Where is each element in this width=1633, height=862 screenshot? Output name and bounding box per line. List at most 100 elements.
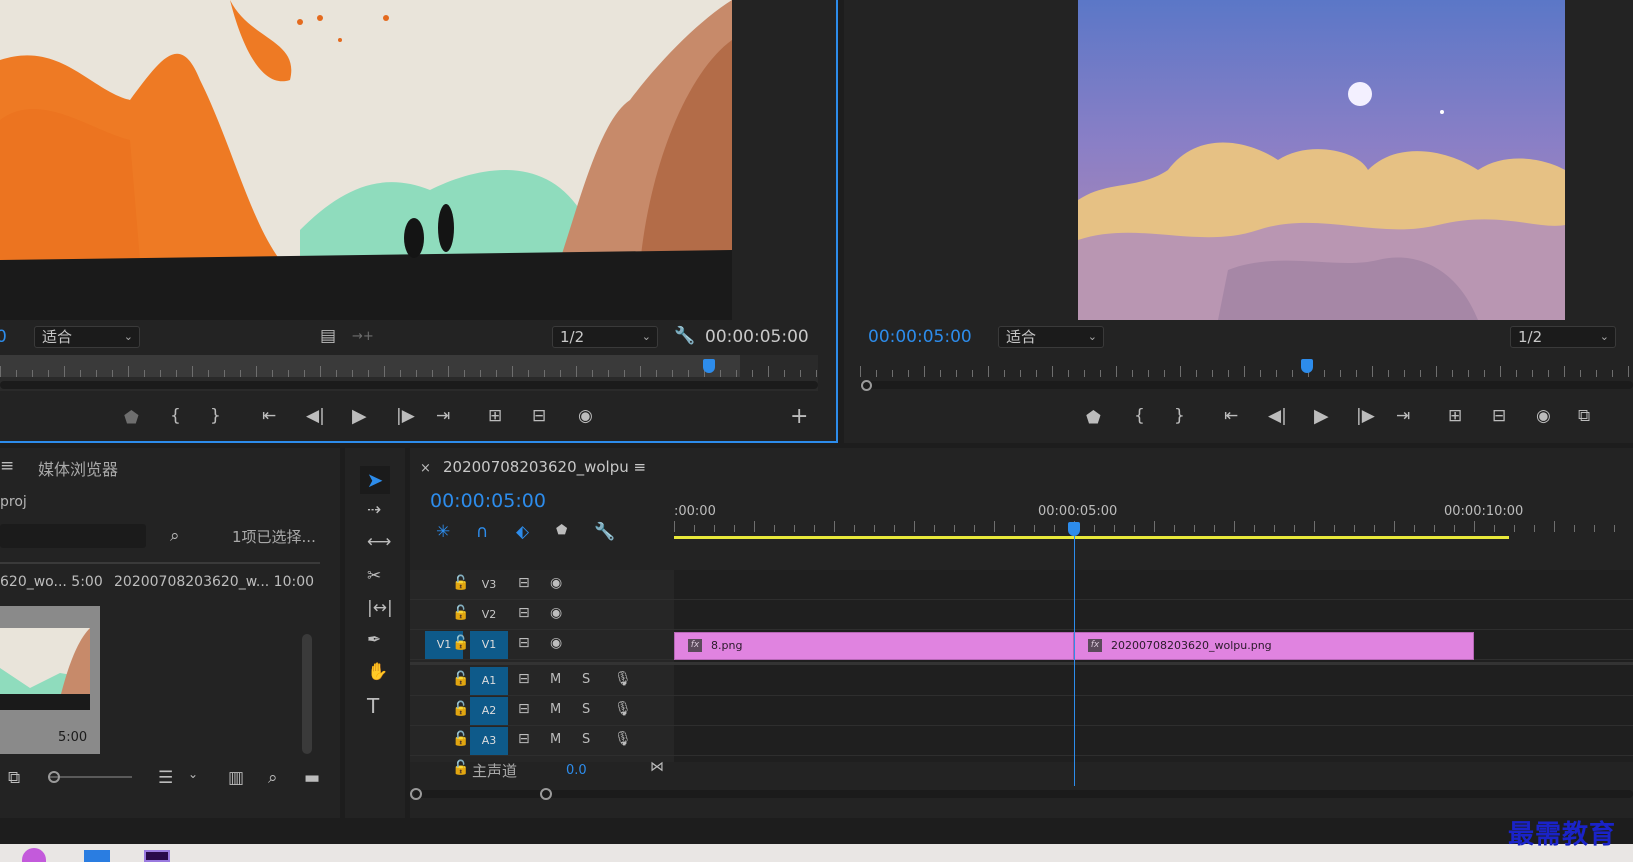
step-back-icon[interactable]: ◀| [306, 408, 325, 425]
sync-lock-icon[interactable]: ⊟ [518, 606, 530, 620]
timeline-ruler[interactable]: :00:00 00:00:05:00 00:00:10:00 [674, 448, 1633, 539]
solo-button[interactable]: S [582, 703, 590, 716]
master-volume-value[interactable]: 0.0 [566, 763, 587, 778]
program-timecode[interactable]: 00:00:05:00 [868, 327, 972, 347]
ripple-edit-tool-icon[interactable]: ⟷ [367, 534, 391, 551]
step-back-icon[interactable]: ◀| [1268, 408, 1287, 425]
timeline-scrollbar[interactable] [414, 790, 1633, 798]
automate-sequence-icon[interactable]: ▥ [228, 770, 244, 787]
panel-menu-icon[interactable]: ≡ [0, 458, 14, 475]
lift-icon[interactable]: ⊞ [1448, 408, 1462, 425]
timeline-playhead[interactable] [1068, 522, 1080, 536]
source-fit-dropdown[interactable]: 适合 ⌄ [34, 326, 140, 348]
program-scroll-handle[interactable] [861, 380, 872, 391]
program-time-ruler[interactable] [860, 355, 1633, 391]
hand-tool-icon[interactable]: ✋ [367, 664, 388, 681]
source-resolution-dropdown[interactable]: 1/2 ⌄ [552, 326, 658, 348]
nest-toggle-icon[interactable]: ✳ [436, 524, 450, 541]
sync-lock-icon[interactable]: ⊟ [518, 636, 530, 650]
tab-media-browser[interactable]: 媒体浏览器 [38, 456, 118, 480]
zoom-slider[interactable] [48, 776, 132, 778]
filmstrip-toggle-icon[interactable]: ▤ [320, 328, 336, 345]
lock-icon[interactable]: 🔓 [452, 576, 469, 590]
clip-thumbnail[interactable]: 5:00 [0, 606, 100, 754]
extract-icon[interactable]: ⊟ [1492, 408, 1506, 425]
list-item[interactable]: 620_wo... 5:00 [0, 574, 103, 590]
program-fit-dropdown[interactable]: 适合 ⌄ [998, 326, 1104, 348]
pen-tool-icon[interactable]: ✒ [367, 632, 381, 649]
selection-tool-icon[interactable]: ➤ [360, 466, 390, 494]
track-label-a3[interactable]: A3 [470, 727, 508, 755]
track-label-v2[interactable]: V2 [470, 601, 508, 629]
go-to-in-icon[interactable]: ⇤ [262, 408, 276, 425]
timeline-timecode[interactable]: 00:00:05:00 [430, 490, 546, 512]
microphone-icon[interactable]: 🎙 [614, 732, 632, 746]
linked-selection-icon[interactable]: ⬖ [516, 524, 529, 541]
play-icon[interactable]: ▶ [352, 407, 367, 426]
mute-button[interactable]: M [550, 703, 561, 716]
search-input[interactable] [0, 524, 146, 548]
solo-button[interactable]: S [582, 733, 590, 746]
go-to-out-icon[interactable]: ⇥ [1396, 408, 1410, 425]
sync-lock-icon[interactable]: ⊟ [518, 576, 530, 590]
master-mute-icon[interactable]: ⋈ [650, 760, 664, 774]
drag-audio-video-icon[interactable]: →+ [352, 330, 374, 343]
razor-tool-icon[interactable]: ✂ [367, 568, 381, 585]
freeform-view-icon[interactable]: ⧉ [8, 770, 20, 787]
source-zoom-scrollbar[interactable] [0, 381, 818, 389]
track-label-v1[interactable]: V1 [470, 631, 508, 659]
mark-in-icon[interactable]: { [1134, 408, 1145, 425]
track-label-a2[interactable]: A2 [470, 697, 508, 725]
find-icon[interactable]: ⌕ [268, 770, 278, 787]
mute-button[interactable]: M [550, 733, 561, 746]
close-tab-icon[interactable]: × [420, 462, 431, 475]
insert-icon[interactable]: ⊞ [488, 408, 502, 425]
sync-lock-icon[interactable]: ⊟ [518, 702, 530, 716]
slip-tool-icon[interactable]: |↔| [367, 600, 393, 617]
snap-icon[interactable]: ∩ [476, 524, 488, 541]
solo-button[interactable]: S [582, 673, 590, 686]
list-item[interactable]: 20200708203620_w... 10:00 [114, 574, 314, 590]
mark-out-icon[interactable]: } [210, 408, 221, 425]
lock-icon[interactable]: 🔓 [452, 636, 469, 650]
go-to-out-icon[interactable]: ⇥ [436, 408, 450, 425]
track-label-a1[interactable]: A1 [470, 667, 508, 695]
camera-icon[interactable]: ◉ [1536, 408, 1551, 425]
camera-icon[interactable]: ◉ [578, 408, 593, 425]
chevron-down-icon[interactable]: ⌄ [188, 768, 198, 780]
new-bin-icon[interactable]: ▬ [304, 770, 320, 787]
mark-out-icon[interactable]: } [1174, 408, 1185, 425]
overwrite-icon[interactable]: ⊟ [532, 408, 546, 425]
microphone-icon[interactable]: 🎙 [614, 702, 632, 716]
lock-icon[interactable]: 🔓 [452, 732, 469, 746]
track-select-tool-icon[interactable]: ⇢ [367, 502, 381, 519]
program-playhead[interactable] [1300, 359, 1313, 373]
lock-icon[interactable]: 🔓 [452, 761, 469, 775]
play-icon[interactable]: ▶ [1314, 407, 1329, 426]
sort-icon[interactable]: ☰ [158, 770, 173, 787]
scroll-left-handle[interactable] [410, 788, 422, 800]
timeline-clip[interactable]: fx 20200708203620_wolpu.png [1074, 632, 1474, 660]
step-forward-icon[interactable]: |▶ [396, 408, 415, 425]
eye-icon[interactable]: ◉ [550, 576, 562, 590]
add-marker-icon[interactable]: ⬟ [556, 524, 567, 537]
timeline-clip[interactable]: fx 8.png [674, 632, 1074, 660]
work-area-bar[interactable] [674, 536, 1509, 539]
search-bin-icon[interactable]: ⌕ [170, 528, 180, 545]
explorer-taskbar-icon[interactable] [84, 850, 110, 862]
type-tool-icon[interactable]: T [367, 696, 379, 716]
lock-icon[interactable]: 🔓 [452, 672, 469, 686]
source-time-ruler[interactable] [0, 355, 818, 391]
project-scrollbar[interactable] [302, 634, 312, 754]
zoom-slider-handle[interactable] [48, 771, 60, 783]
microphone-icon[interactable]: 🎙 [614, 672, 632, 686]
mute-button[interactable]: M [550, 673, 561, 686]
lock-icon[interactable]: 🔓 [452, 606, 469, 620]
add-marker-icon[interactable]: ⬟ [124, 410, 139, 427]
program-zoom-scrollbar[interactable] [860, 381, 1633, 389]
track-label-v3[interactable]: V3 [470, 571, 508, 599]
timeline-settings-wrench-icon[interactable]: 🔧 [594, 524, 615, 541]
eye-icon[interactable]: ◉ [550, 636, 562, 650]
tab-sequence[interactable]: 20200708203620_wolpu ≡ [443, 458, 646, 476]
scroll-right-handle[interactable] [540, 788, 552, 800]
